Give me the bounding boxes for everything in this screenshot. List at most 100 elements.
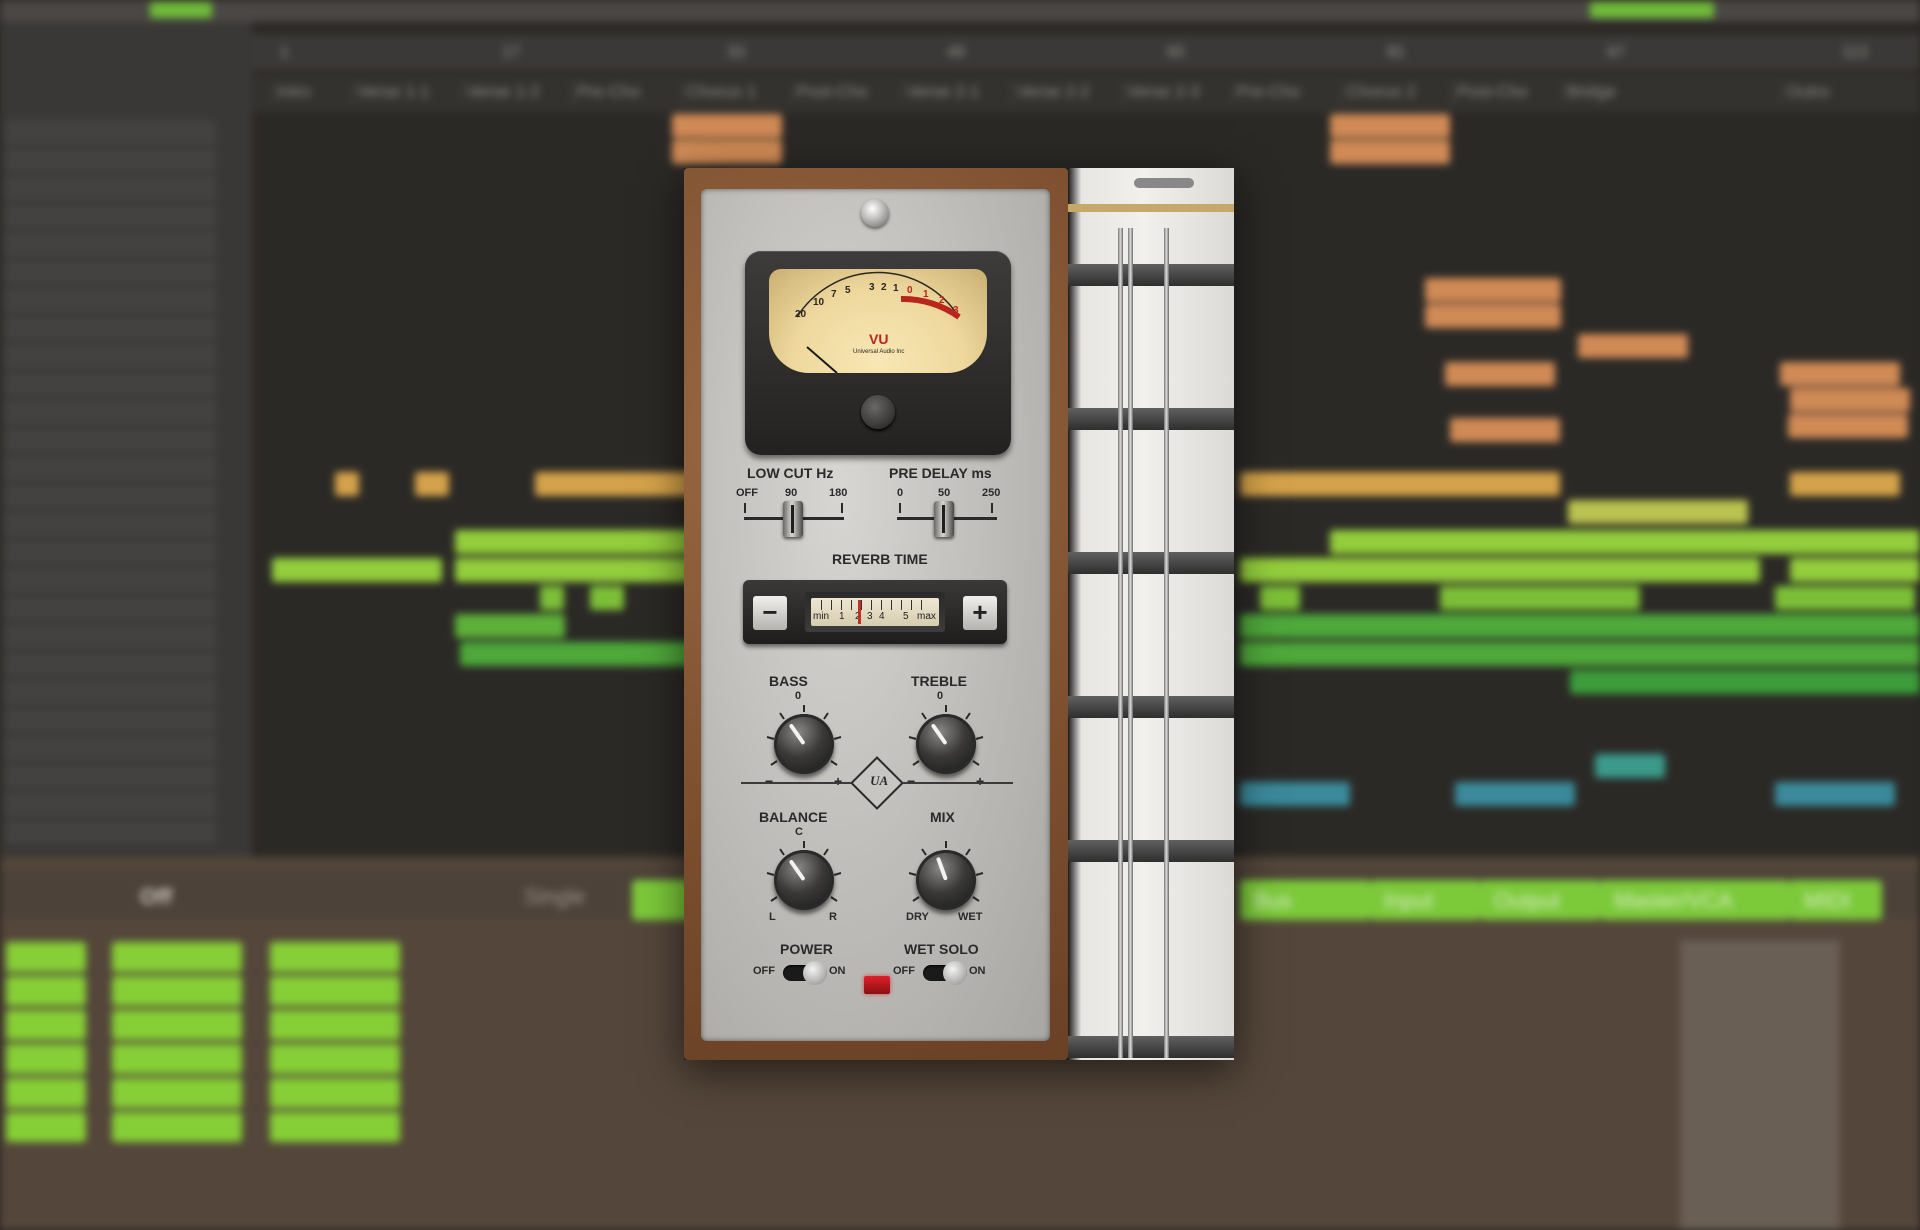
region-clip[interactable] xyxy=(1440,586,1640,610)
marker[interactable]: Outro xyxy=(1782,82,1892,104)
mix-knob[interactable] xyxy=(916,850,976,910)
mixer-channel-cell[interactable] xyxy=(270,976,400,1006)
pre-delay-slider-handle[interactable] xyxy=(934,501,954,537)
marker[interactable]: Intro xyxy=(272,82,352,104)
marker[interactable]: Bridge xyxy=(1562,82,1672,104)
region-clip[interactable] xyxy=(1790,472,1900,496)
region-clip[interactable] xyxy=(672,140,782,164)
region-clip[interactable] xyxy=(1330,530,1920,554)
mixer-channel-cell[interactable] xyxy=(270,1044,400,1074)
mixer-tab-single[interactable]: Single xyxy=(524,884,585,910)
region-clip[interactable] xyxy=(1330,114,1450,138)
power-off-label: OFF xyxy=(753,965,775,977)
region-clip[interactable] xyxy=(1240,614,1920,638)
pre-delay-mark: 0 xyxy=(897,487,904,499)
region-clip[interactable] xyxy=(535,472,695,496)
mixer-channel-cell[interactable] xyxy=(6,942,86,972)
marker[interactable]: Verse 2-1 xyxy=(902,82,1012,104)
marker[interactable]: Verse 2-2 xyxy=(1012,82,1122,104)
marker[interactable]: Chorus 1 xyxy=(682,82,792,104)
bass-knob[interactable] xyxy=(774,714,834,774)
vu-zero-adjust-screw-icon[interactable] xyxy=(861,395,895,429)
region-clip[interactable] xyxy=(460,642,700,666)
region-clip[interactable] xyxy=(672,114,782,138)
reverb-time-scale-label: min xyxy=(813,611,830,622)
region-clip[interactable] xyxy=(1240,782,1350,806)
mixer-channel-cell[interactable] xyxy=(270,1112,400,1142)
marker[interactable]: Verse 1-2 xyxy=(462,82,572,104)
mixer-channel-cell[interactable] xyxy=(270,1010,400,1040)
region-clip[interactable] xyxy=(1775,586,1915,610)
region-clip[interactable] xyxy=(540,586,564,610)
region-clip[interactable] xyxy=(1455,782,1575,806)
daw-timeline-ruler[interactable]: 1 17 33 49 65 81 97 113 xyxy=(252,34,1920,70)
mixer-channel-cell[interactable] xyxy=(112,1044,242,1074)
mixer-channel-cell[interactable] xyxy=(6,1112,86,1142)
region-clip[interactable] xyxy=(455,530,695,554)
mixer-channel-cell[interactable] xyxy=(112,1010,242,1040)
balance-knob[interactable] xyxy=(774,850,834,910)
mixer-tab-midi[interactable]: MIDI xyxy=(1790,880,1882,920)
region-clip[interactable] xyxy=(1570,670,1920,694)
mixer-channel-cell[interactable] xyxy=(112,942,242,972)
region-clip[interactable] xyxy=(1240,558,1760,582)
mixer-channel-cell[interactable] xyxy=(270,1078,400,1108)
mixer-channel-cell[interactable] xyxy=(112,1112,242,1142)
region-clip[interactable] xyxy=(1450,418,1560,442)
region-clip[interactable] xyxy=(272,558,442,582)
vu-scale-label-red: 3 xyxy=(953,305,959,316)
mixer-channel-cell[interactable] xyxy=(6,1010,86,1040)
region-clip[interactable] xyxy=(1330,140,1450,164)
marker[interactable]: Post-Cho xyxy=(792,82,902,104)
wet-solo-toggle[interactable] xyxy=(923,961,967,985)
treble-knob[interactable] xyxy=(916,714,976,774)
region-clip[interactable] xyxy=(415,472,449,496)
mixer-selector[interactable]: Off xyxy=(140,884,172,910)
region-clip[interactable] xyxy=(455,558,695,582)
region-clip[interactable] xyxy=(1425,278,1561,302)
marker[interactable]: Post-Cho xyxy=(1452,82,1562,104)
region-clip[interactable] xyxy=(1780,362,1900,386)
region-clip[interactable] xyxy=(455,614,565,638)
region-clip[interactable] xyxy=(590,586,624,610)
mixer-channel-cell[interactable] xyxy=(112,1078,242,1108)
vu-scale-label-red: 2 xyxy=(939,295,945,306)
mixer-tab-output[interactable]: Output xyxy=(1480,880,1600,920)
mixer-channel-cell[interactable] xyxy=(6,1044,86,1074)
region-clip[interactable] xyxy=(1240,642,1920,666)
mixer-tab-bus[interactable]: Bus xyxy=(1240,880,1370,920)
region-clip[interactable] xyxy=(1260,586,1300,610)
power-toggle[interactable] xyxy=(783,961,827,985)
region-clip[interactable] xyxy=(1788,414,1908,438)
region-clip[interactable] xyxy=(1790,388,1910,412)
mixer-tab-input[interactable]: Input xyxy=(1370,880,1480,920)
daw-top-bar xyxy=(0,0,1920,22)
marker[interactable]: Verse 1-1 xyxy=(352,82,462,104)
region-clip[interactable] xyxy=(1578,334,1688,358)
region-clip[interactable] xyxy=(1775,782,1895,806)
marker[interactable]: Pre-Cho xyxy=(1232,82,1342,104)
mixer-channel-cell[interactable] xyxy=(6,1078,86,1108)
region-clip[interactable] xyxy=(1445,362,1555,386)
bass-title: BASS xyxy=(769,673,808,689)
mixer-channel-cell[interactable] xyxy=(112,976,242,1006)
mixer-tab-green[interactable] xyxy=(632,880,692,920)
reverb-time-increase-button[interactable]: + xyxy=(963,596,997,630)
marker[interactable]: Verse 2-3 xyxy=(1122,82,1232,104)
region-clip[interactable] xyxy=(335,472,359,496)
ua-logo-icon: UA xyxy=(850,756,904,810)
mixer-channel-cell[interactable] xyxy=(270,942,400,972)
mixer-channel-cell[interactable] xyxy=(6,976,86,1006)
region-clip[interactable] xyxy=(1790,558,1920,582)
marker[interactable]: Chorus 2 xyxy=(1342,82,1452,104)
region-clip[interactable] xyxy=(1595,754,1665,778)
mixer-tab-master-vca[interactable]: Master/VCA xyxy=(1600,880,1790,920)
region-clip[interactable] xyxy=(1240,472,1560,496)
power-title: POWER xyxy=(780,941,833,957)
region-clip[interactable] xyxy=(1568,500,1748,524)
region-clip[interactable] xyxy=(1425,304,1561,328)
wet-solo-toggle-lever xyxy=(943,961,967,985)
marker[interactable]: Pre-Cho xyxy=(572,82,682,104)
reverb-time-decrease-button[interactable]: − xyxy=(753,596,787,630)
low-cut-slider-handle[interactable] xyxy=(783,501,803,537)
